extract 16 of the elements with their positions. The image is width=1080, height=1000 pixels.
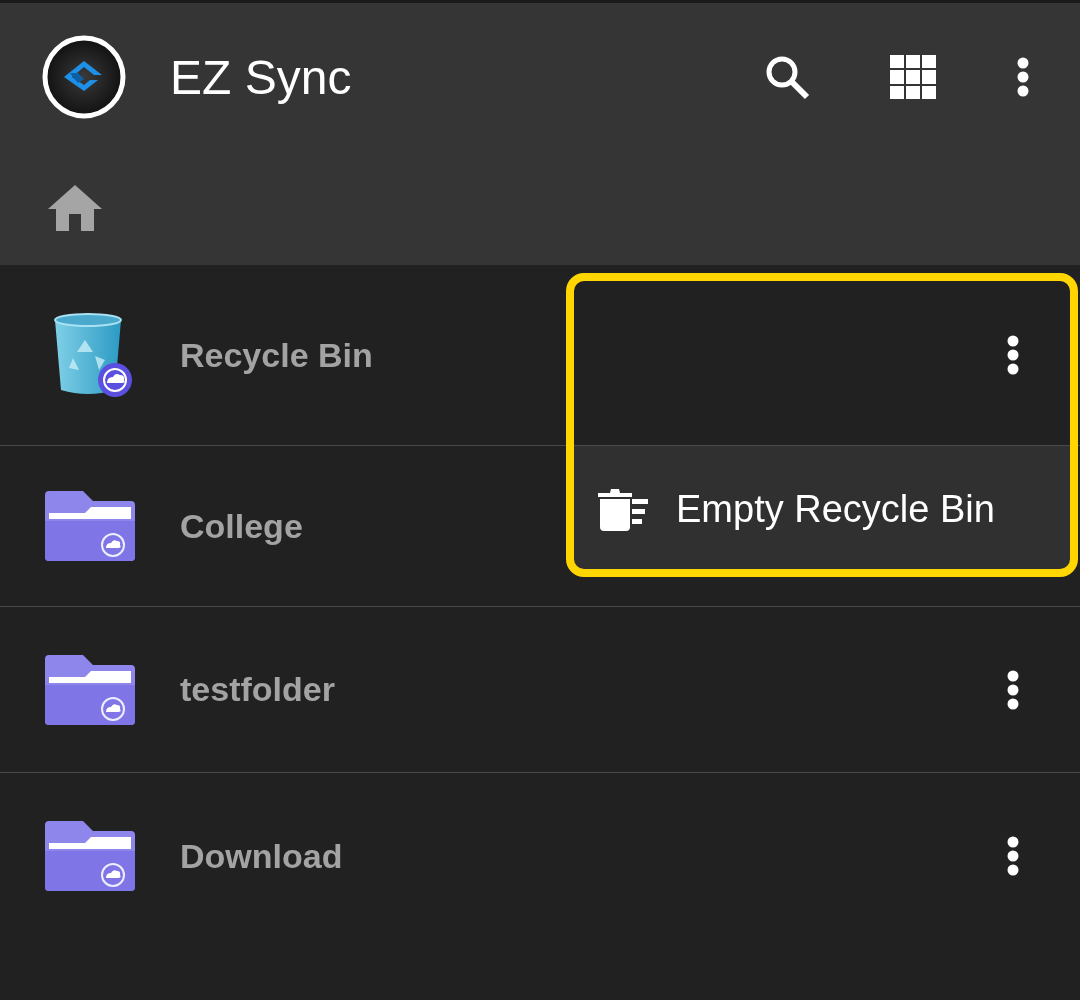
file-name[interactable]: Download <box>180 836 1006 876</box>
app-logo-icon <box>42 35 126 119</box>
home-icon[interactable] <box>48 185 102 231</box>
cloud-folder-icon <box>45 491 135 561</box>
file-name[interactable]: testfolder <box>180 670 1006 709</box>
grid-view-icon[interactable] <box>890 55 936 99</box>
more-options-icon[interactable] <box>1006 835 1020 877</box>
cloud-folder-icon <box>45 654 135 725</box>
file-name[interactable]: Recycle Bin <box>180 335 1006 375</box>
more-options-icon[interactable] <box>1006 334 1020 376</box>
search-icon[interactable] <box>764 54 810 100</box>
more-options-icon[interactable] <box>1006 668 1020 711</box>
empty-recycle-bin-menu-item[interactable]: Empty Recycle Bin <box>676 487 995 531</box>
app-title: EZ Sync <box>170 49 353 105</box>
more-options-icon[interactable] <box>1016 56 1030 98</box>
cloud-folder-icon <box>45 821 135 891</box>
